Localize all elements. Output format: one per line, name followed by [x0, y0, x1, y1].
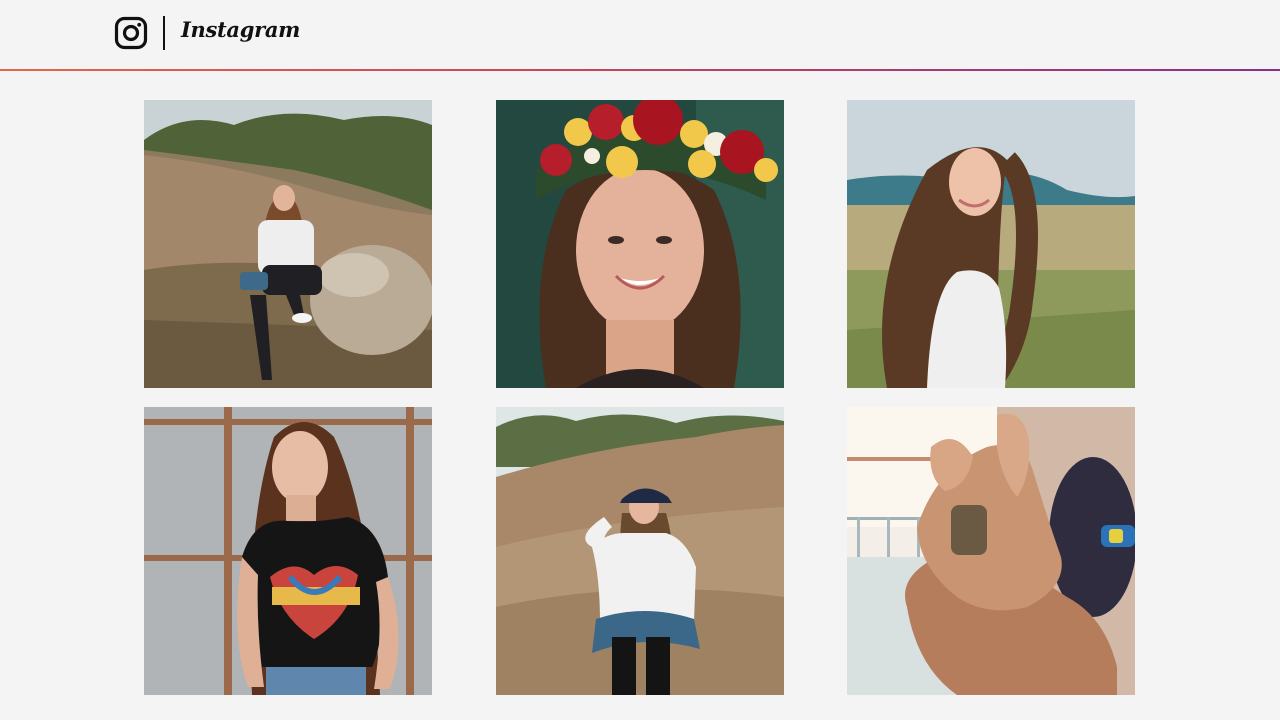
post-tile[interactable]: [847, 407, 1135, 695]
post-tile[interactable]: [496, 407, 784, 695]
post-tile[interactable]: [496, 100, 784, 388]
post-image: [144, 100, 432, 388]
post-image: [847, 100, 1135, 388]
post-image: [496, 407, 784, 695]
post-tile[interactable]: [847, 100, 1135, 388]
post-image: [496, 100, 784, 388]
post-tile[interactable]: [144, 100, 432, 388]
post-tile[interactable]: [144, 407, 432, 695]
post-image: [847, 407, 1135, 695]
post-image: [144, 407, 432, 695]
post-grid: [0, 0, 1280, 720]
